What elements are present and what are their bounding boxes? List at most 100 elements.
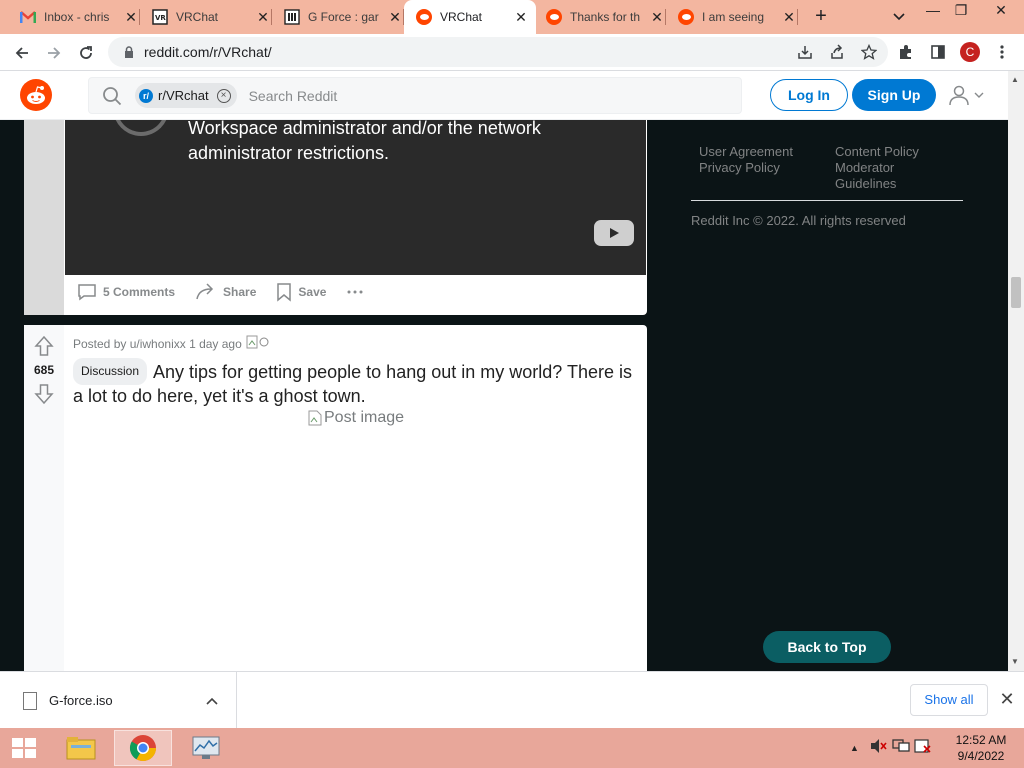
chevron-down-icon — [974, 92, 984, 98]
bookmark-star-icon[interactable] — [858, 41, 880, 63]
upvote-button[interactable] — [24, 335, 64, 357]
back-button[interactable] — [10, 41, 34, 65]
posted-by-text[interactable]: Posted by u/iwhonixx 1 day ago — [73, 337, 242, 351]
search-input[interactable]: Search Reddit — [249, 88, 338, 104]
blocked-icon — [113, 120, 169, 136]
embedded-video[interactable]: Workspace administrator and/or the netwo… — [65, 120, 646, 275]
tab-search-chevron-icon[interactable] — [884, 8, 914, 24]
close-window-button[interactable]: ✕ — [986, 2, 1016, 19]
subreddit-chip-label: r/VRchat — [158, 88, 209, 103]
save-label: Save — [298, 285, 327, 299]
post-card[interactable]: 685 Posted by u/iwhonixx 1 day ago Discu… — [24, 325, 647, 671]
back-to-top-button[interactable]: Back to Top — [763, 631, 891, 663]
download-item[interactable]: G-force.iso — [0, 672, 237, 729]
extensions-puzzle-icon[interactable] — [894, 40, 918, 64]
comments-button[interactable]: 5 Comments — [77, 283, 175, 301]
chevron-up-icon[interactable] — [206, 694, 218, 708]
tab-i-am-seeing[interactable]: I am seeing ✕ — [672, 0, 798, 34]
close-tab-icon[interactable]: ✕ — [648, 9, 666, 26]
forward-button[interactable] — [42, 41, 66, 65]
user-agreement-link[interactable]: User Agreement — [699, 144, 793, 160]
more-dots-icon — [347, 290, 363, 294]
reddit-logo-icon[interactable] — [20, 79, 52, 111]
reload-button[interactable] — [74, 41, 98, 65]
chrome-icon — [129, 735, 157, 762]
network-icon[interactable] — [892, 738, 914, 759]
downvote-arrow-icon — [34, 384, 54, 405]
reddit-icon — [546, 9, 562, 25]
post-actions: 5 Comments Share Save — [77, 282, 364, 302]
show-hidden-icons-icon[interactable]: ▲ — [850, 743, 864, 753]
download-file-name: G-force.iso — [49, 693, 113, 708]
file-explorer-taskbar[interactable] — [58, 730, 104, 766]
tab-vrchat-active[interactable]: VRChat ✕ — [404, 0, 536, 34]
close-tab-icon[interactable]: ✕ — [254, 9, 272, 26]
task-manager-taskbar[interactable] — [178, 730, 234, 766]
tab-gforce[interactable]: G Force : gar ✕ — [278, 0, 404, 34]
share-button[interactable]: Share — [195, 283, 256, 301]
action-center-alert-icon[interactable] — [914, 738, 936, 759]
tab-thanks[interactable]: Thanks for th ✕ — [540, 0, 666, 34]
minimize-button[interactable]: — — [918, 2, 948, 18]
close-tab-icon[interactable]: ✕ — [122, 9, 140, 26]
reddit-icon — [678, 9, 694, 25]
chrome-menu-icon[interactable] — [990, 40, 1014, 64]
tab-title: G Force : gar — [308, 10, 379, 24]
post-image[interactable]: Post image — [308, 409, 404, 427]
share-icon[interactable] — [826, 41, 848, 63]
windows-taskbar: ▲ 12:52 AM 9/4/2022 — [0, 728, 1024, 768]
chrome-taskbar[interactable] — [114, 730, 172, 766]
downvote-button[interactable] — [24, 383, 64, 405]
vote-count: 685 — [33, 363, 55, 377]
comment-icon — [78, 284, 96, 301]
scroll-down-icon[interactable]: ▼ — [1011, 657, 1019, 666]
moderator-guidelines-link-line-2[interactable]: Guidelines — [835, 176, 919, 192]
close-tab-icon[interactable]: ✕ — [780, 9, 798, 26]
gmail-icon — [20, 9, 36, 25]
page-scrollbar[interactable]: ▲ ▼ — [1008, 71, 1024, 671]
moderator-guidelines-link-line-1[interactable]: Moderator — [835, 160, 919, 176]
reddit-header: r/ r/VRchat × Search Reddit Log In Sign … — [0, 71, 1008, 120]
clock-time: 12:52 AM — [955, 733, 1007, 747]
subreddit-filter-chip[interactable]: r/ r/VRchat × — [135, 83, 237, 108]
post-flair[interactable]: Discussion — [73, 358, 148, 385]
save-button[interactable]: Save — [276, 282, 326, 302]
close-downloads-icon[interactable]: ✕ — [998, 690, 1016, 708]
post-meta: Posted by u/iwhonixx 1 day ago — [73, 335, 270, 352]
privacy-policy-link[interactable]: Privacy Policy — [699, 160, 793, 176]
restore-button[interactable]: ❐ — [946, 2, 976, 19]
show-all-button[interactable]: Show all — [910, 684, 988, 716]
youtube-play-button[interactable] — [594, 220, 634, 246]
tab-title: I am seeing — [702, 10, 765, 24]
profile-avatar[interactable]: C — [960, 42, 980, 62]
install-icon[interactable] — [794, 41, 816, 63]
browser-tab-strip: Inbox - chris ✕ VR VRChat ✕ G Force : ga… — [0, 0, 1024, 34]
post-title[interactable]: Discussion Any tips for getting people to… — [73, 358, 638, 408]
comments-label: 5 Comments — [103, 285, 176, 299]
taskbar-clock[interactable]: 12:52 AM 9/4/2022 — [950, 732, 1012, 764]
signup-button[interactable]: Sign Up — [852, 79, 936, 111]
windows-logo-icon — [12, 738, 36, 758]
more-options-button[interactable] — [346, 289, 364, 295]
downloads-bar: G-force.iso Show all ✕ — [0, 671, 1024, 729]
close-tab-icon[interactable]: ✕ — [512, 9, 530, 26]
tab-gmail[interactable]: Inbox - chris ✕ — [14, 0, 140, 34]
side-panel-icon[interactable] — [926, 40, 950, 64]
new-tab-button[interactable]: + — [810, 6, 832, 28]
volume-muted-icon[interactable] — [870, 738, 892, 759]
start-button[interactable] — [0, 730, 48, 766]
address-bar[interactable]: reddit.com/r/VRchat/ — [108, 37, 888, 67]
system-tray: ▲ — [850, 728, 936, 768]
close-tab-icon[interactable]: ✕ — [386, 9, 404, 26]
lock-icon[interactable] — [120, 46, 138, 58]
scroll-up-icon[interactable]: ▲ — [1011, 75, 1019, 84]
reddit-search-bar[interactable]: r/ r/VRchat × Search Reddit — [88, 77, 742, 114]
content-policy-link[interactable]: Content Policy — [835, 144, 919, 160]
tab-vrchat-1[interactable]: VR VRChat ✕ — [146, 0, 272, 34]
user-menu-button[interactable] — [948, 83, 990, 107]
scrollbar-thumb[interactable] — [1011, 277, 1021, 308]
user-icon — [949, 85, 969, 106]
login-button[interactable]: Log In — [770, 79, 848, 111]
svg-text:VR: VR — [155, 14, 166, 22]
remove-chip-icon[interactable]: × — [216, 88, 231, 103]
